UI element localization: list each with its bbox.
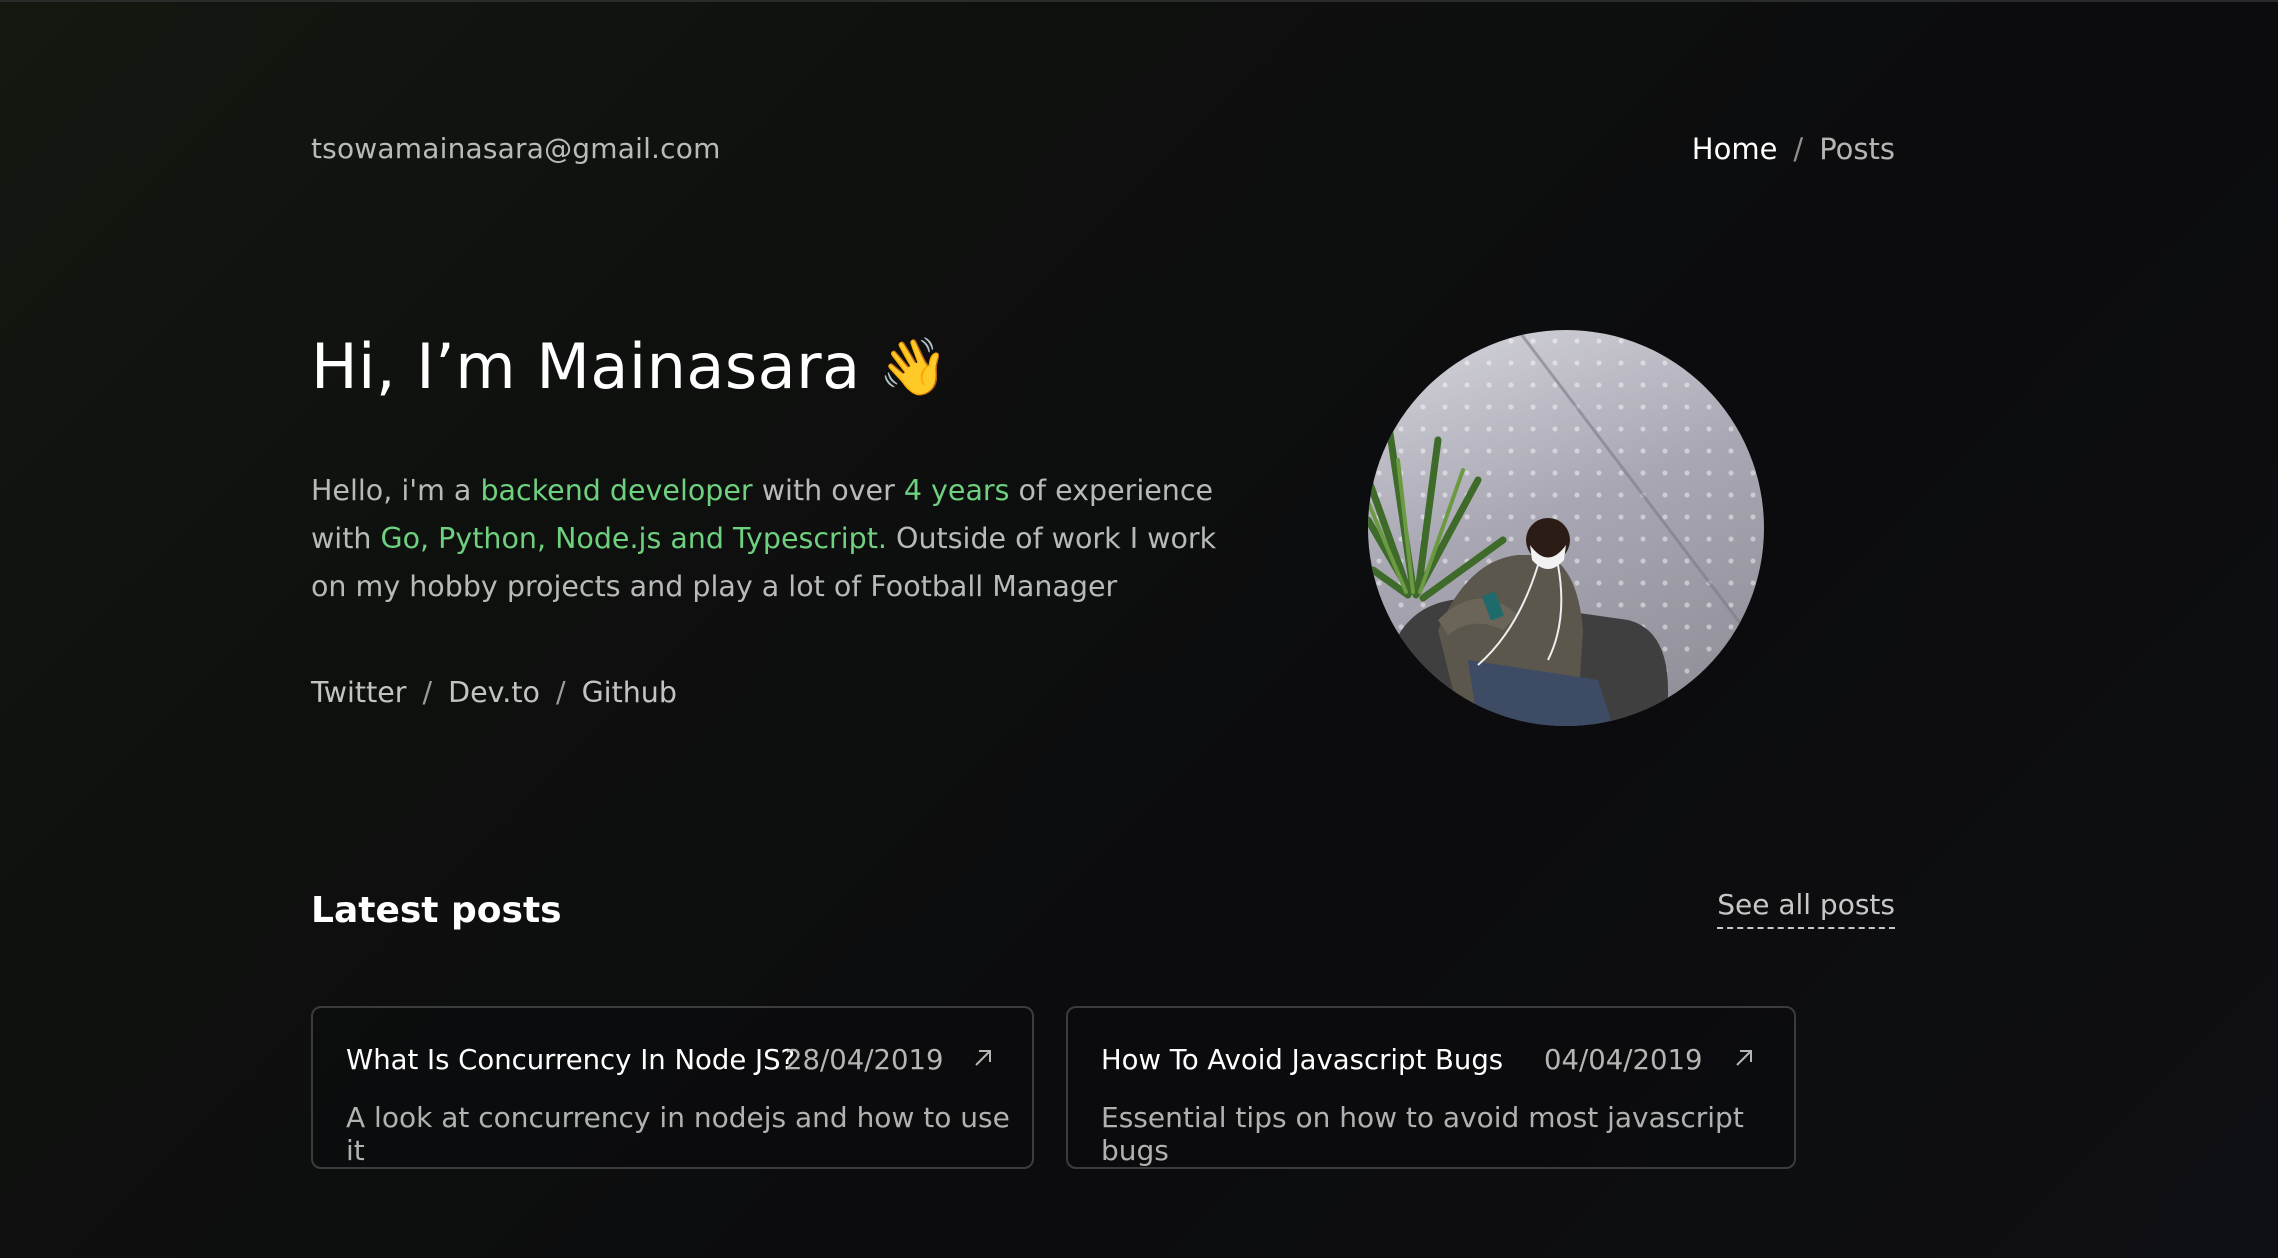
social-separator: / bbox=[422, 676, 433, 709]
arrow-up-right-icon[interactable] bbox=[971, 1046, 995, 1070]
bio-text: with over bbox=[752, 474, 904, 507]
devto-link[interactable]: Dev.to bbox=[448, 676, 540, 709]
hero-title-text: Hi, I’m Mainasara bbox=[311, 330, 861, 403]
social-links: Twitter / Dev.to / Github bbox=[311, 676, 677, 709]
main-nav: Home / Posts bbox=[1692, 132, 1895, 166]
post-date: 04/04/2019 bbox=[1544, 1044, 1703, 1076]
social-separator: / bbox=[555, 676, 566, 709]
arrow-up-right-icon[interactable] bbox=[1732, 1046, 1756, 1070]
hero-bio: Hello, i'm a backend developer with over… bbox=[311, 467, 1251, 611]
post-date: 28/04/2019 bbox=[785, 1044, 944, 1076]
github-link[interactable]: Github bbox=[582, 676, 677, 709]
nav-home-link[interactable]: Home bbox=[1692, 132, 1778, 166]
twitter-link[interactable]: Twitter bbox=[311, 676, 407, 709]
header-email[interactable]: tsowamainasara@gmail.com bbox=[311, 132, 721, 165]
post-card[interactable]: How To Avoid Javascript Bugs 04/04/2019 … bbox=[1066, 1006, 1796, 1169]
profile-photo-icon bbox=[1368, 330, 1764, 726]
waving-hand-icon: 👋 bbox=[878, 334, 949, 400]
nav-posts-link[interactable]: Posts bbox=[1819, 132, 1895, 166]
bio-highlight-years: 4 years bbox=[903, 474, 1010, 507]
top-border bbox=[0, 0, 2278, 2]
bio-highlight-languages: Go, Python, Node.js and Typescript. bbox=[380, 522, 887, 555]
bio-text: Hello, i'm a bbox=[311, 474, 481, 507]
hero-title: Hi, I’m Mainasara 👋 bbox=[311, 330, 949, 403]
see-all-posts-link[interactable]: See all posts bbox=[1717, 888, 1895, 929]
post-description: Essential tips on how to avoid most java… bbox=[1101, 1101, 1744, 1167]
post-title[interactable]: What Is Concurrency In Node JS? bbox=[346, 1044, 795, 1076]
avatar bbox=[1368, 330, 1764, 726]
post-title[interactable]: How To Avoid Javascript Bugs bbox=[1101, 1044, 1503, 1076]
bio-highlight-role: backend developer bbox=[480, 474, 753, 507]
post-card[interactable]: What Is Concurrency In Node JS? 28/04/20… bbox=[311, 1006, 1034, 1169]
post-description: A look at concurrency in nodejs and how … bbox=[346, 1101, 1010, 1167]
nav-separator: / bbox=[1793, 132, 1804, 166]
latest-posts-heading: Latest posts bbox=[311, 890, 562, 931]
